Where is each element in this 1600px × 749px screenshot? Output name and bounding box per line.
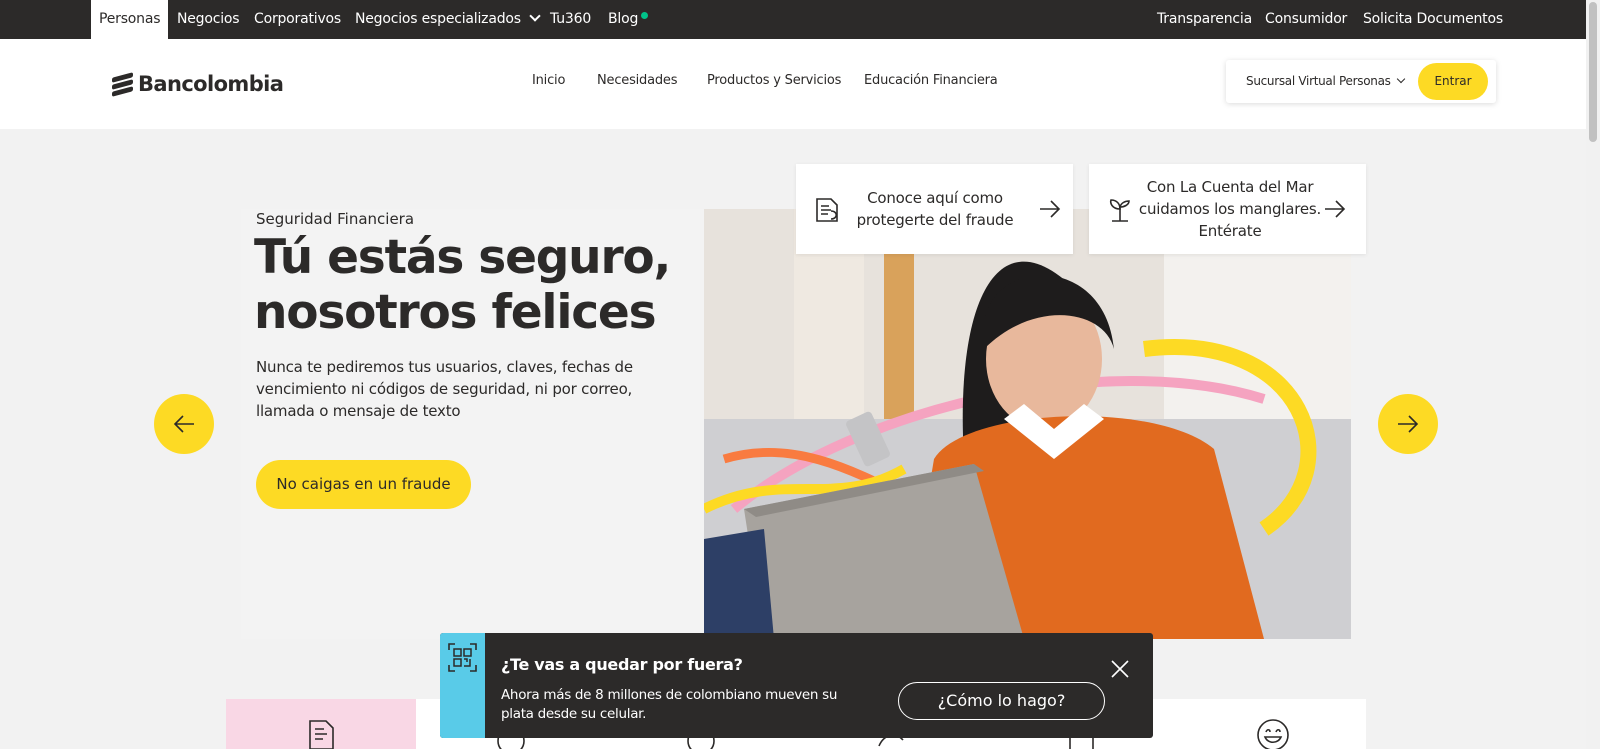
segment-personas[interactable]: Personas	[91, 0, 169, 39]
promo-card-fraude[interactable]: Conoce aquí como protegerte del fraude	[796, 164, 1073, 254]
arrow-left-icon	[173, 415, 194, 433]
bancolombia-logo[interactable]: Bancolombia	[112, 69, 284, 99]
segment-tu360[interactable]: Tu360	[550, 0, 591, 39]
link-consumidor[interactable]: Consumidor	[1265, 0, 1347, 39]
segment-negocios-especializados-label: Negocios especializados	[355, 11, 521, 27]
promo-card-fraude-text: Conoce aquí como protegerte del fraude	[856, 189, 1014, 229]
banner-title: ¿Te vas a quedar por fuera?	[501, 655, 743, 674]
promo-card-manglares-text: Con La Cuenta del Mar cuidamos los mangl…	[1138, 178, 1322, 240]
document-icon	[309, 720, 334, 749]
nav-necesidades[interactable]: Necesidades	[597, 39, 677, 129]
qr-code-icon	[448, 643, 477, 672]
nav-educacion-financiera[interactable]: Educación Financiera	[864, 39, 998, 129]
segment-blog[interactable]: Blog	[608, 0, 638, 39]
plant-icon	[1109, 199, 1130, 222]
login-box: Sucursal Virtual Personas Entrar	[1226, 60, 1496, 103]
hero-title: Tú estás seguro, nosotros felices	[254, 230, 671, 340]
nav-productos-servicios[interactable]: Productos y Servicios	[707, 39, 841, 129]
page-scrollbar[interactable]	[1586, 0, 1600, 749]
segment-negocios[interactable]: Negocios	[177, 0, 240, 39]
segment-negocios-especializados[interactable]: Negocios especializados	[355, 0, 541, 39]
logo-mark-icon	[112, 72, 134, 97]
banner-accent	[440, 633, 485, 738]
hero-eyebrow: Seguridad Financiera	[256, 210, 415, 228]
entrar-button[interactable]: Entrar	[1418, 63, 1488, 100]
arrow-right-icon	[1398, 415, 1419, 433]
document-icon	[816, 198, 838, 222]
sucursal-virtual-dropdown[interactable]: Sucursal Virtual Personas	[1246, 60, 1405, 103]
chevron-down-icon	[529, 10, 541, 22]
banner-text: Ahora más de 8 millones de colombiano mu…	[501, 687, 838, 722]
link-transparencia[interactable]: Transparencia	[1157, 0, 1252, 39]
scrollbar-thumb[interactable]	[1589, 2, 1597, 142]
nav-inicio[interactable]: Inicio	[532, 39, 565, 129]
sucursal-label: Sucursal Virtual Personas	[1246, 74, 1391, 88]
hero-photo	[704, 209, 1351, 639]
promo-card-manglares[interactable]: Con La Cuenta del Mar cuidamos los mangl…	[1089, 164, 1366, 254]
carousel-next-button[interactable]	[1378, 394, 1438, 454]
smile-icon	[1257, 719, 1289, 749]
como-lo-hago-button[interactable]: ¿Cómo lo hago?	[898, 682, 1105, 720]
top-segment-bar: Personas Negocios Corporativos Negocios …	[0, 0, 1586, 39]
arrow-right-icon	[1325, 200, 1346, 218]
carousel-prev-button[interactable]	[154, 394, 214, 454]
arrow-right-icon	[1040, 200, 1061, 218]
hero-cta-button[interactable]: No caigas en un fraude	[256, 460, 471, 509]
logo-text: Bancolombia	[138, 72, 284, 96]
new-indicator-dot	[641, 12, 648, 19]
needs-card-active[interactable]	[226, 699, 416, 749]
hero-description: Nunca te pediremos tus usuarios, claves,…	[256, 358, 633, 420]
main-header: Bancolombia Inicio Necesidades Productos…	[0, 39, 1586, 129]
close-icon[interactable]	[1108, 657, 1132, 681]
segment-corporativos[interactable]: Corporativos	[254, 0, 341, 39]
app-download-banner: ¿Te vas a quedar por fuera? Ahora más de…	[440, 633, 1153, 738]
chevron-down-icon	[1396, 74, 1405, 84]
link-solicita-documentos[interactable]: Solicita Documentos	[1363, 0, 1503, 39]
